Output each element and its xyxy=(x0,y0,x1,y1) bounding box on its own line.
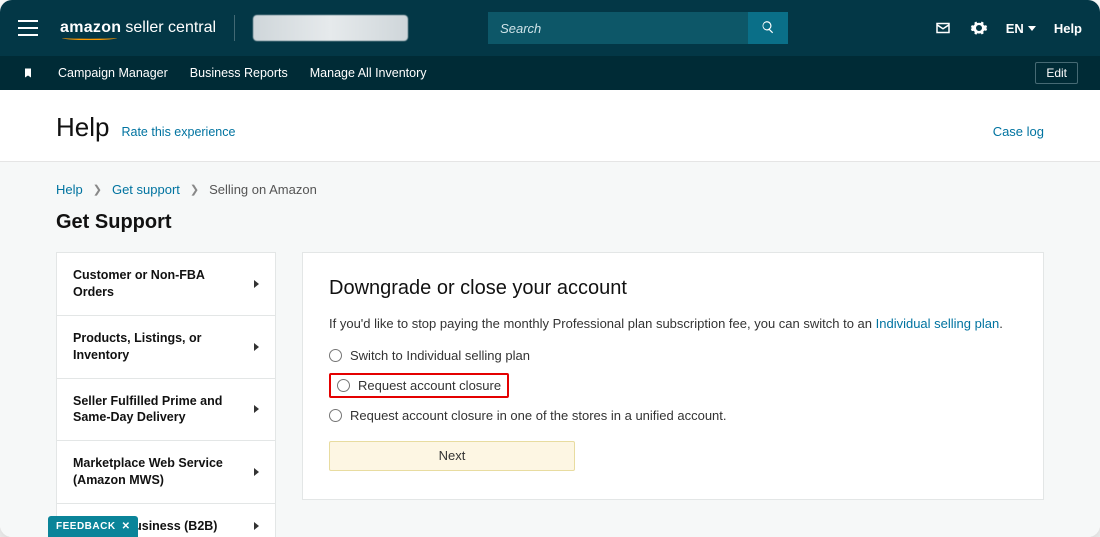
chevron-right-icon xyxy=(254,522,259,530)
chevron-right-icon xyxy=(254,405,259,413)
nav-links: Campaign Manager Business Reports Manage… xyxy=(58,66,427,80)
sidebar-item-label: Products, Listings, or Inventory xyxy=(73,330,244,364)
breadcrumb-sep: ❯ xyxy=(93,183,102,196)
breadcrumb-sep: ❯ xyxy=(190,183,199,196)
brand-amazon-text: amazon xyxy=(60,19,121,37)
language-label: EN xyxy=(1006,21,1024,36)
secondary-nav: Campaign Manager Business Reports Manage… xyxy=(0,56,1100,90)
rate-this-experience-link[interactable]: Rate this experience xyxy=(121,125,235,139)
close-icon[interactable]: ✕ xyxy=(122,521,131,532)
feedback-label: FEEDBACK xyxy=(56,521,116,532)
radio-label: Request account closure in one of the st… xyxy=(350,408,727,423)
bookmark-icon[interactable] xyxy=(22,66,34,80)
nav-link-campaign-manager[interactable]: Campaign Manager xyxy=(58,66,168,80)
search-button[interactable] xyxy=(748,12,788,44)
support-sidebar: Customer or Non-FBA Orders Products, Lis… xyxy=(56,252,276,537)
search-wrap xyxy=(488,12,788,44)
top-nav: amazon seller central EN Help xyxy=(0,0,1100,56)
caret-down-icon xyxy=(1028,26,1036,31)
sidebar-item-label: Customer or Non-FBA Orders xyxy=(73,267,244,301)
language-selector[interactable]: EN xyxy=(1006,21,1036,36)
help-header: Help Rate this experience Case log xyxy=(0,90,1100,162)
divider xyxy=(234,15,235,41)
breadcrumb: Help ❯ Get support ❯ Selling on Amazon xyxy=(56,182,1044,197)
sidebar-item-label: Seller Fulfilled Prime and Same-Day Deli… xyxy=(73,393,244,427)
radio-switch-individual[interactable]: Switch to Individual selling plan xyxy=(329,348,1017,363)
panel-heading: Downgrade or close your account xyxy=(329,277,1017,300)
radio-label: Request account closure xyxy=(358,378,501,393)
nav-link-business-reports[interactable]: Business Reports xyxy=(190,66,288,80)
feedback-tab[interactable]: FEEDBACK ✕ xyxy=(48,516,138,537)
main-panel: Downgrade or close your account If you'd… xyxy=(302,252,1044,500)
help-title: Help xyxy=(56,112,109,143)
radio-label: Switch to Individual selling plan xyxy=(350,348,530,363)
case-log-link[interactable]: Case log xyxy=(993,124,1044,139)
individual-selling-plan-link[interactable]: Individual selling plan xyxy=(876,316,1000,331)
panel-description: If you'd like to stop paying the monthly… xyxy=(329,314,1017,334)
next-button[interactable]: Next xyxy=(329,441,575,471)
account-switcher-blurred[interactable] xyxy=(253,15,408,41)
breadcrumb-help[interactable]: Help xyxy=(56,182,83,197)
top-right-controls: EN Help xyxy=(934,19,1082,37)
sidebar-item-label: Marketplace Web Service (Amazon MWS) xyxy=(73,455,244,489)
radio-input[interactable] xyxy=(329,409,342,422)
radio-input[interactable] xyxy=(329,349,342,362)
radio-group: Switch to Individual selling plan Reques… xyxy=(329,348,1017,423)
body-area: Help ❯ Get support ❯ Selling on Amazon G… xyxy=(0,162,1100,537)
breadcrumb-current: Selling on Amazon xyxy=(209,182,317,197)
radio-request-closure-unified[interactable]: Request account closure in one of the st… xyxy=(329,408,1017,423)
edit-button[interactable]: Edit xyxy=(1035,62,1078,84)
sidebar-item-sfp[interactable]: Seller Fulfilled Prime and Same-Day Deli… xyxy=(57,379,275,442)
menu-icon[interactable] xyxy=(18,20,38,36)
gear-icon[interactable] xyxy=(970,19,988,37)
search-icon xyxy=(761,20,775,37)
chevron-right-icon xyxy=(254,468,259,476)
help-link[interactable]: Help xyxy=(1054,21,1082,36)
page-title: Get Support xyxy=(56,211,1044,234)
sidebar-item-mws[interactable]: Marketplace Web Service (Amazon MWS) xyxy=(57,441,275,504)
radio-request-closure[interactable]: Request account closure xyxy=(329,373,509,398)
sidebar-item-products-listings[interactable]: Products, Listings, or Inventory xyxy=(57,316,275,379)
chevron-right-icon xyxy=(254,343,259,351)
breadcrumb-get-support[interactable]: Get support xyxy=(112,182,180,197)
nav-link-manage-all-inventory[interactable]: Manage All Inventory xyxy=(310,66,427,80)
chevron-right-icon xyxy=(254,280,259,288)
radio-input[interactable] xyxy=(337,379,350,392)
mail-icon[interactable] xyxy=(934,19,952,37)
brand-seller-central-text: seller central xyxy=(125,19,216,37)
sidebar-item-customer-orders[interactable]: Customer or Non-FBA Orders xyxy=(57,253,275,316)
brand-logo[interactable]: amazon seller central xyxy=(60,19,216,37)
search-input[interactable] xyxy=(488,12,748,44)
